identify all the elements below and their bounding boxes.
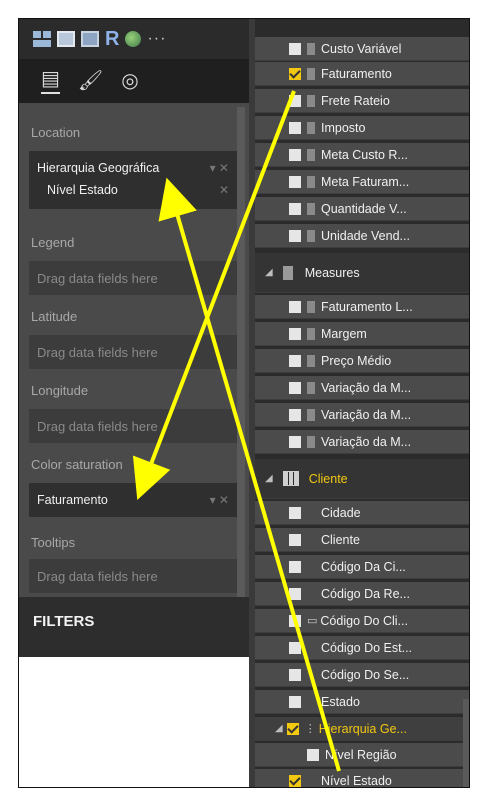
arrow-nivel-estado-to-location bbox=[158, 177, 341, 772]
annotation-arrows bbox=[132, 90, 341, 772]
screenshot-frame: R ··· ▤ 🖌 ◎ Location Hierarquia Geográfi… bbox=[18, 18, 470, 788]
arrow-faturamento-to-color-saturation bbox=[132, 90, 296, 500]
